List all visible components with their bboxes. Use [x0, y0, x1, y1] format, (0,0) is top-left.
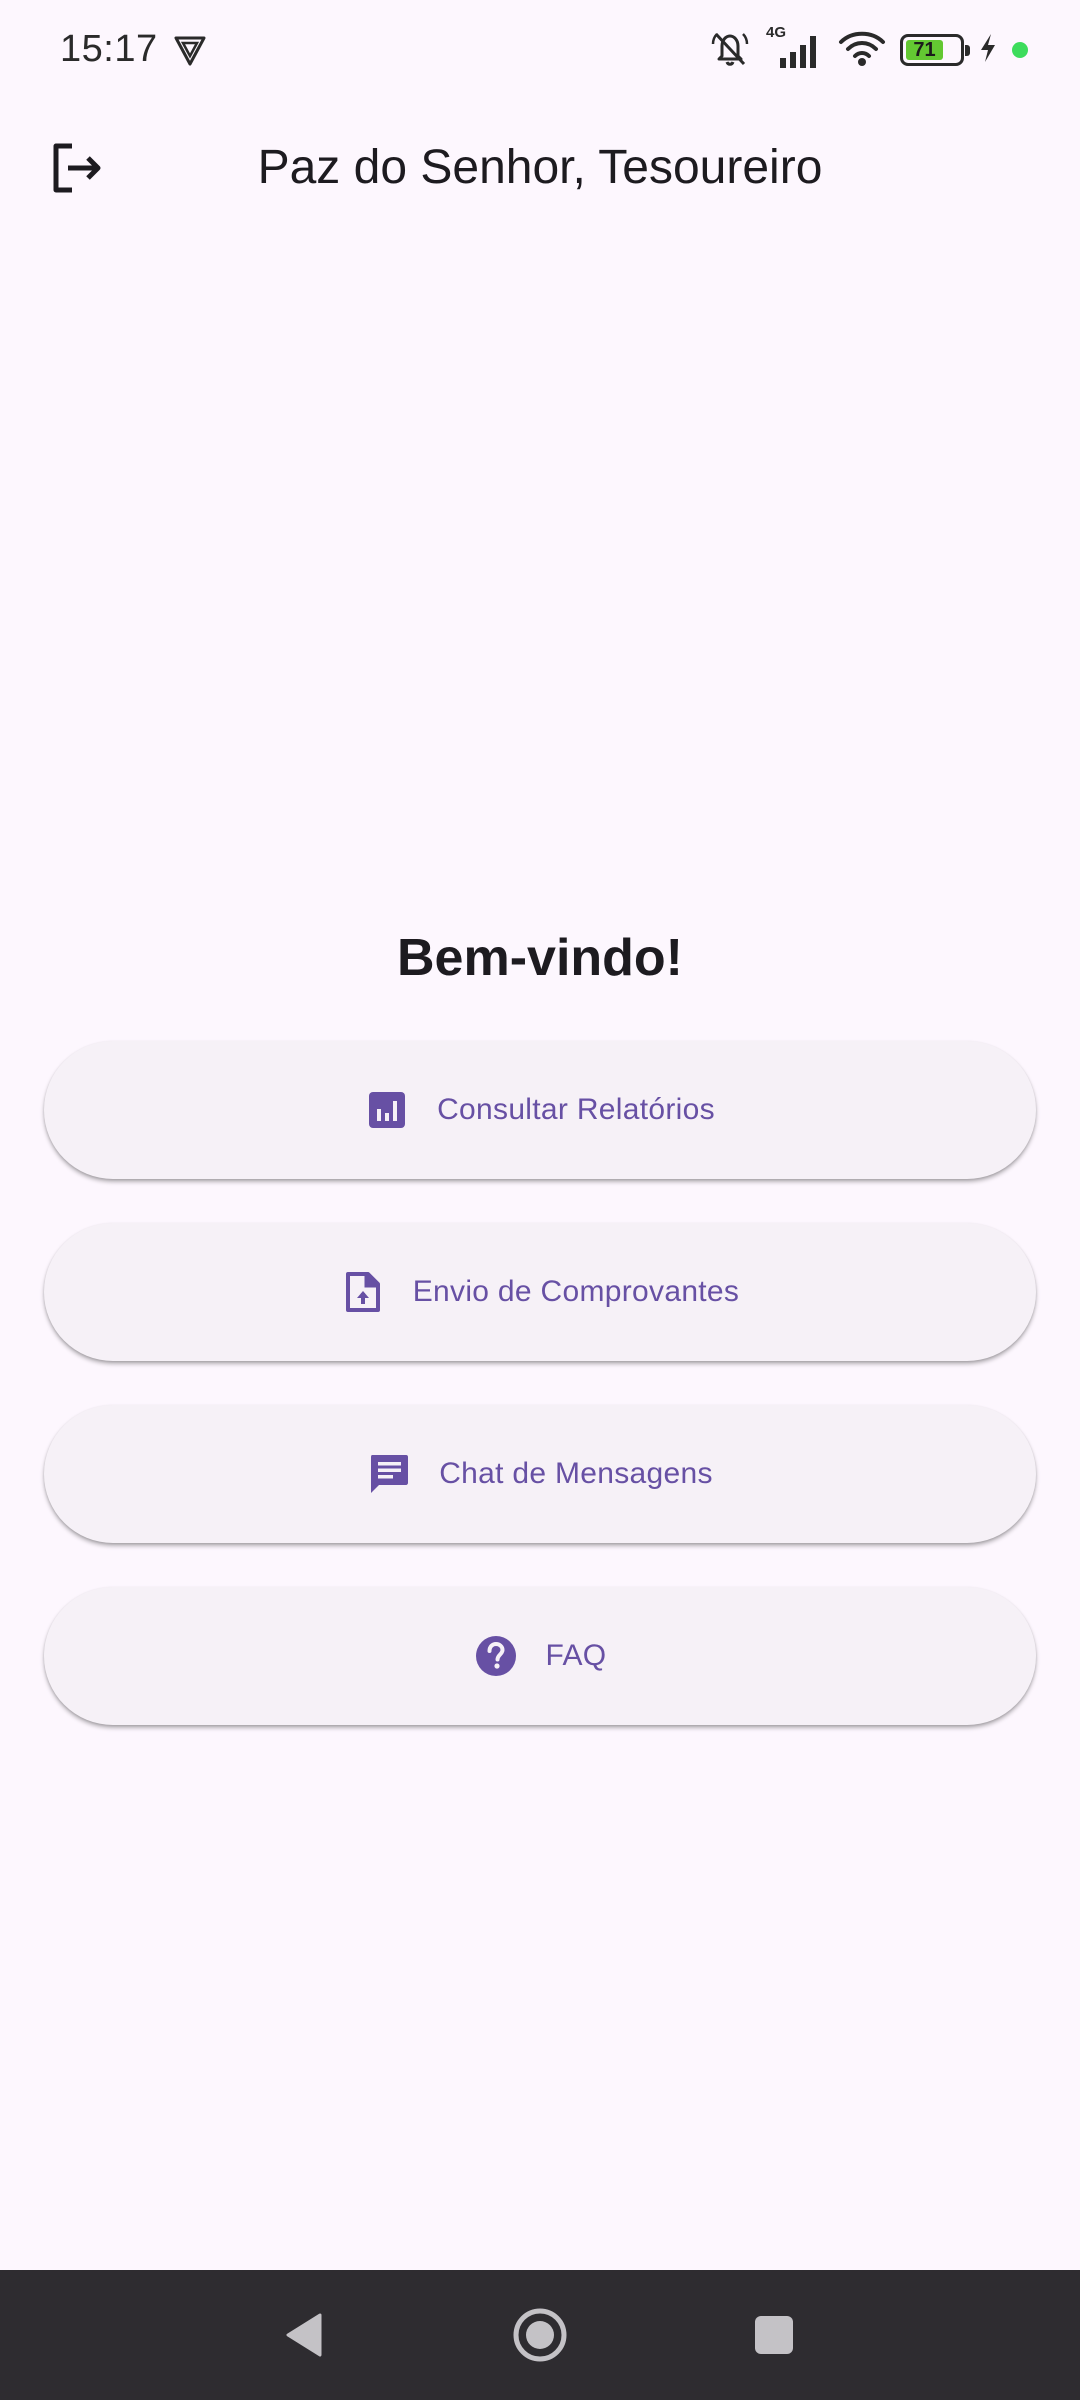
status-time: 15:17 [60, 28, 158, 70]
back-icon [286, 2313, 322, 2357]
chat-icon [367, 1452, 411, 1496]
envio-de-comprovantes-button[interactable]: Envio de Comprovantes [44, 1223, 1036, 1361]
back-button[interactable] [264, 2295, 344, 2375]
screen: 15:17 4G 71 Paz do Senhor, Tesoureiro Be… [0, 0, 1080, 2400]
battery-level: 71 [906, 40, 943, 60]
button-label: Chat de Mensagens [439, 1457, 713, 1490]
page-title: Paz do Senhor, Tesoureiro [257, 141, 823, 194]
signal-icon: 4G [766, 24, 824, 72]
help-icon [474, 1634, 518, 1678]
home-button[interactable] [500, 2295, 580, 2375]
battery-icon: 71 [900, 34, 970, 66]
button-label: Envio de Comprovantes [412, 1275, 740, 1308]
menu-list: Consultar Relatórios Envio de Comprovant… [44, 1041, 1036, 1725]
privacy-indicator-dot [1012, 42, 1028, 58]
status-icons: 4G 71 [708, 24, 1028, 75]
home-icon [513, 2308, 567, 2362]
vpn-shield-icon [172, 32, 208, 68]
button-label: FAQ [545, 1639, 607, 1672]
charging-bolt-icon [978, 32, 998, 69]
faq-button[interactable]: FAQ [44, 1587, 1036, 1725]
file-upload-icon [341, 1270, 385, 1314]
consultar-relatorios-button[interactable]: Consultar Relatórios [44, 1041, 1036, 1179]
recents-icon [755, 2316, 793, 2354]
button-label: Consultar Relatórios [437, 1093, 715, 1126]
app-bar: Paz do Senhor, Tesoureiro [0, 100, 1080, 240]
status-bar: 15:17 4G 71 [0, 0, 1080, 100]
system-nav-bar [0, 2270, 1080, 2400]
welcome-heading: Bem-vindo! [397, 929, 683, 987]
wifi-icon [838, 28, 886, 73]
chat-de-mensagens-button[interactable]: Chat de Mensagens [44, 1405, 1036, 1543]
recents-button[interactable] [734, 2295, 814, 2375]
bar-chart-icon [365, 1088, 409, 1132]
mute-bell-icon [708, 26, 752, 75]
